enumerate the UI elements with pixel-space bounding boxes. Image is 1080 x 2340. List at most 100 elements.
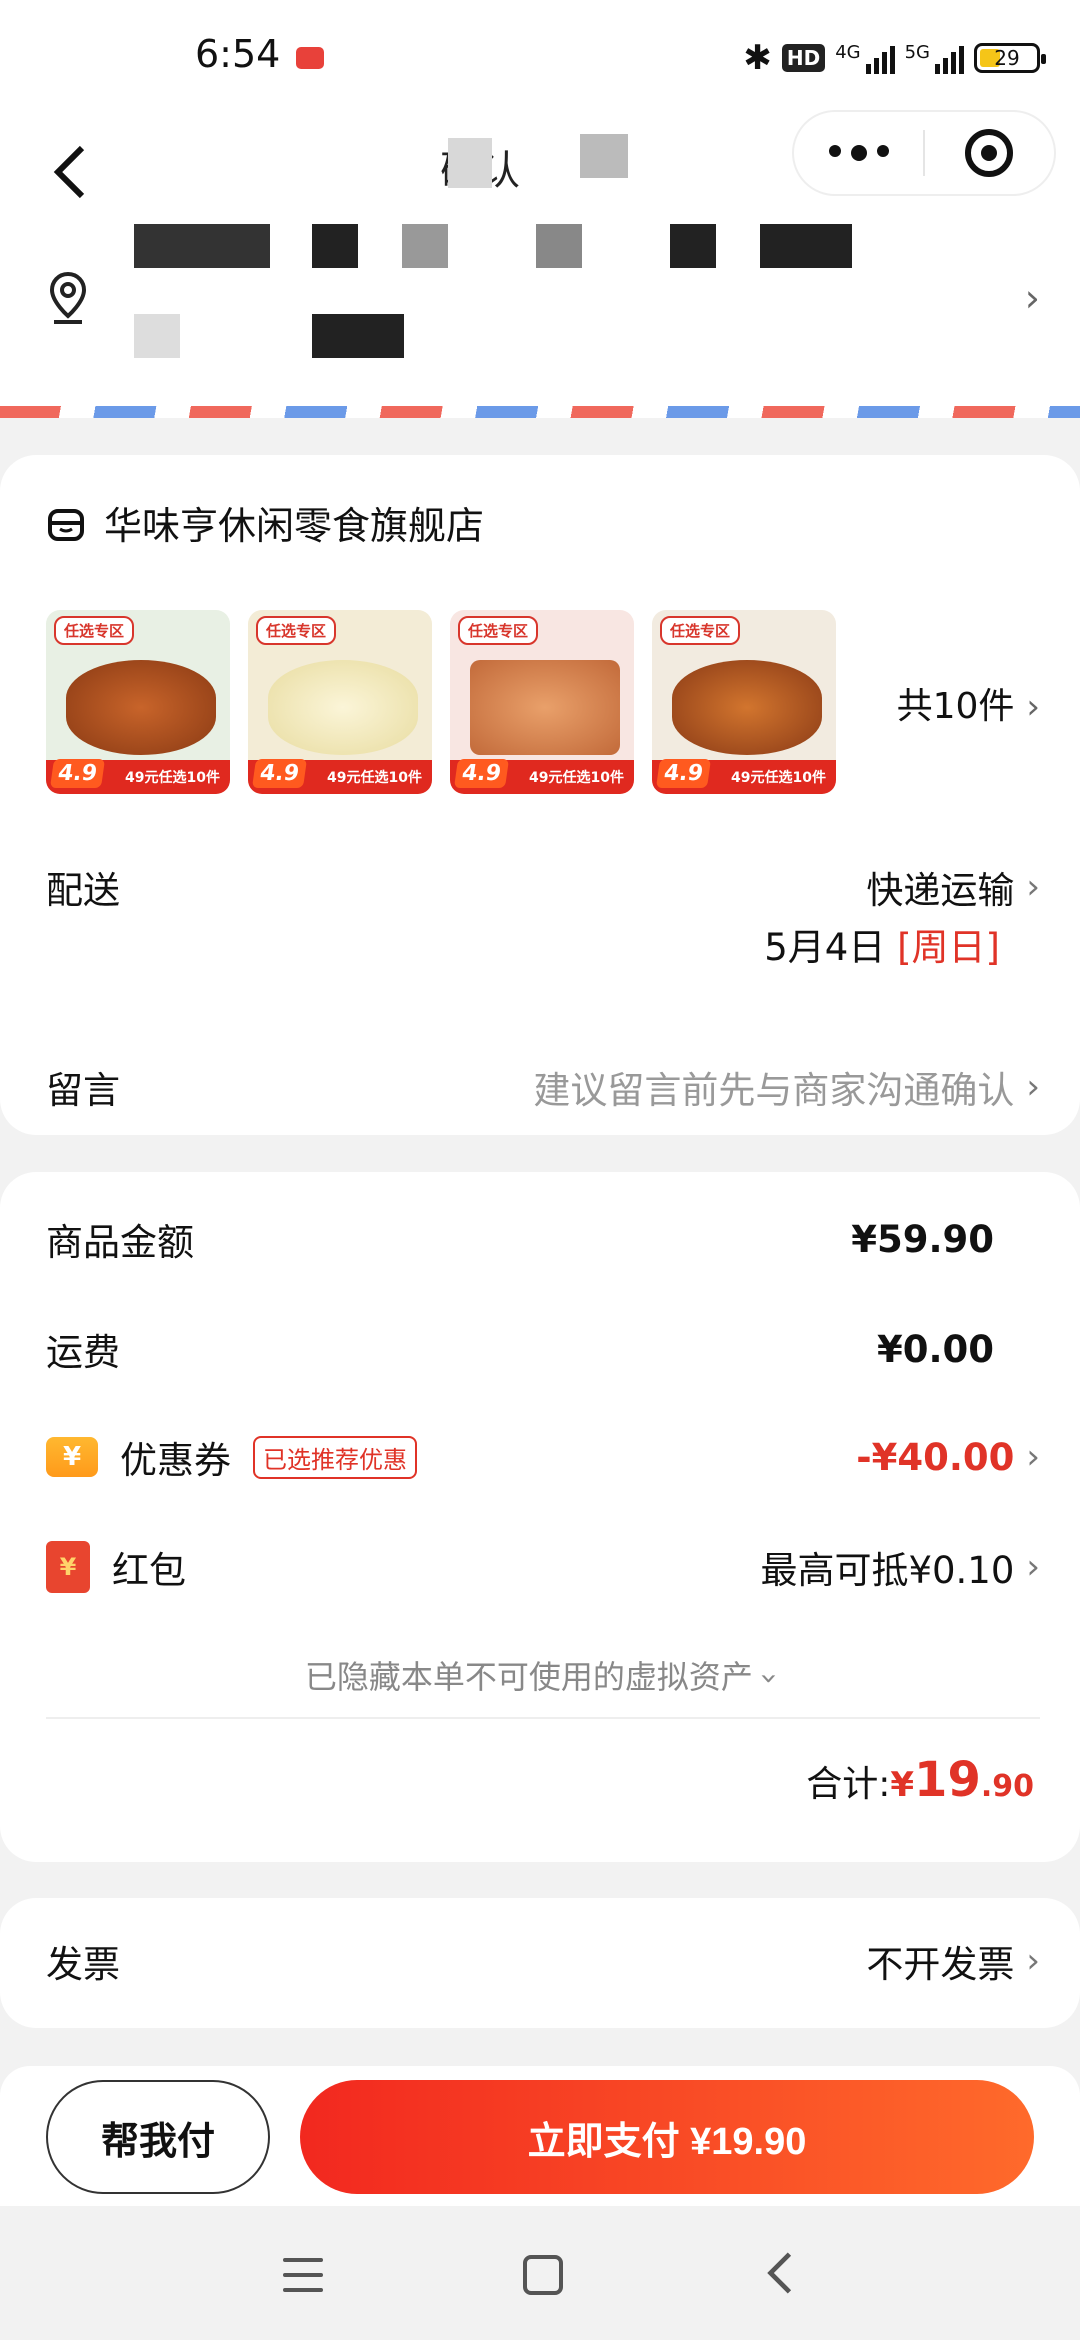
help-me-pay-button[interactable]: 帮我付 bbox=[46, 2080, 270, 2194]
promo-badge: 任选专区 bbox=[458, 616, 539, 645]
product-image bbox=[268, 660, 418, 755]
price-big: 4.9 bbox=[251, 759, 308, 788]
store-card: 华味亨休闲零食旗舰店 任选专区 49元任选10件 4.9 任选专区 49元任选1… bbox=[0, 455, 1080, 1135]
hd-icon: HD bbox=[781, 44, 826, 72]
chevron-right-icon: › bbox=[1026, 1941, 1040, 1981]
product-thumbnail[interactable]: 任选专区 49元任选10件 4.9 bbox=[450, 610, 634, 794]
status-bar: 6:54 ✱ HD 4G 5G 29 bbox=[0, 0, 1080, 120]
hongbao-label: 红包 bbox=[112, 1549, 186, 1592]
redacted-block bbox=[448, 138, 492, 188]
coupon-row[interactable]: ¥ 优惠券 已选推荐优惠 -¥40.00 › bbox=[46, 1430, 1040, 1484]
promo-badge: 任选专区 bbox=[256, 616, 337, 645]
hidden-assets-label: 已隐藏本单不可使用的虚拟资产 bbox=[304, 1658, 753, 1696]
product-image bbox=[66, 660, 216, 755]
target-icon bbox=[965, 129, 1014, 177]
coupon-value: -¥40.00 bbox=[856, 1435, 1015, 1479]
product-thumbnail[interactable]: 任选专区 49元任选10件 4.9 bbox=[46, 610, 230, 794]
coupon-tag: 已选推荐优惠 bbox=[253, 1435, 417, 1479]
message-label: 留言 bbox=[46, 1069, 120, 1112]
total-label: 合计: bbox=[806, 1764, 891, 1805]
signal-4g-icon: 4G bbox=[835, 42, 895, 74]
promo-badge: 任选专区 bbox=[660, 616, 741, 645]
delivery-method: 快递运输 bbox=[866, 869, 1015, 912]
price-big: 4.9 bbox=[49, 759, 106, 788]
message-input[interactable]: 建议留言前先与商家沟通确认 bbox=[533, 1060, 1014, 1114]
redacted-block bbox=[402, 224, 448, 268]
chevron-left-icon bbox=[53, 145, 85, 199]
redacted-block bbox=[670, 224, 716, 268]
hidden-assets-toggle[interactable]: 已隐藏本单不可使用的虚拟资产 › bbox=[0, 1652, 1080, 1698]
hongbao-row[interactable]: ¥ 红包 最高可抵¥0.10 › bbox=[46, 1540, 1040, 1594]
redacted-block bbox=[580, 134, 628, 178]
chevron-right-icon: › bbox=[1026, 867, 1040, 907]
airmail-border bbox=[0, 406, 1080, 418]
chevron-down-icon: › bbox=[751, 1672, 787, 1685]
invoice-card[interactable]: 发票 不开发票 › bbox=[0, 1898, 1080, 2028]
signal-5g-icon: 5G bbox=[905, 42, 964, 74]
item-count: 共10件 bbox=[896, 686, 1015, 727]
fee-card: 商品金额 ¥59.90 运费 ¥0.00 ¥ 优惠券 已选推荐优惠 -¥40.0… bbox=[0, 1172, 1080, 1862]
bottom-action-bar: 帮我付 立即支付 ¥19.90 bbox=[0, 2066, 1080, 2206]
battery-icon: 29 bbox=[974, 43, 1046, 73]
total-amount: ¥19.90 bbox=[890, 1752, 1034, 1808]
invoice-label: 发票 bbox=[46, 1943, 120, 1986]
product-image bbox=[470, 660, 620, 755]
price-big: 4.9 bbox=[453, 759, 510, 788]
redacted-block bbox=[134, 314, 180, 358]
promo-badge: 任选专区 bbox=[54, 616, 135, 645]
delivery-label: 配送 bbox=[46, 869, 120, 912]
chevron-right-icon: › bbox=[1026, 1547, 1040, 1587]
chevron-right-icon: › bbox=[1026, 1437, 1040, 1477]
total: 合计: ¥19.90 bbox=[806, 1752, 1034, 1808]
hongbao-value: 最高可抵¥0.10 bbox=[760, 1549, 1015, 1592]
shipping-label: 运费 bbox=[46, 1331, 120, 1374]
more-button[interactable] bbox=[794, 145, 923, 161]
item-count-link[interactable]: 共10件 › bbox=[897, 677, 1040, 729]
status-icons: ✱ HD 4G 5G 29 bbox=[743, 38, 1046, 78]
product-thumbnail[interactable]: 任选专区 49元任选10件 4.9 bbox=[248, 610, 432, 794]
redacted-block bbox=[134, 224, 270, 268]
location-pin-icon bbox=[49, 271, 87, 324]
pay-now-button[interactable]: 立即支付 ¥19.90 bbox=[300, 2080, 1034, 2194]
home-icon[interactable] bbox=[523, 2255, 563, 2295]
address-section[interactable]: › bbox=[0, 218, 1080, 408]
store-header[interactable]: 华味亨休闲零食旗舰店 bbox=[46, 495, 484, 550]
store-name: 华味亨休闲零食旗舰店 bbox=[104, 504, 485, 548]
product-thumbnail[interactable]: 任选专区 49元任选10件 4.9 bbox=[652, 610, 836, 794]
delivery-row[interactable]: 配送 快递运输 › bbox=[46, 860, 1040, 914]
goods-amount-label: 商品金额 bbox=[46, 1221, 194, 1264]
status-time: 6:54 bbox=[195, 32, 281, 76]
redacted-block bbox=[312, 224, 358, 268]
shipping-value: ¥0.00 bbox=[876, 1327, 994, 1371]
product-thumbnails[interactable]: 任选专区 49元任选10件 4.9 任选专区 49元任选10件 4.9 任选专区… bbox=[46, 610, 836, 794]
red-packet-icon: ¥ bbox=[46, 1541, 90, 1593]
back-icon[interactable] bbox=[763, 2251, 797, 2299]
redacted-block bbox=[760, 224, 852, 268]
price-big: 4.9 bbox=[655, 759, 712, 788]
delivery-date-value: 5月4日 bbox=[764, 926, 886, 969]
system-nav-bar bbox=[0, 2210, 1080, 2340]
divider bbox=[46, 1717, 1040, 1719]
chevron-right-icon: › bbox=[1024, 276, 1040, 320]
more-dot-icon bbox=[876, 145, 889, 157]
store-icon bbox=[48, 508, 84, 541]
back-button[interactable] bbox=[30, 132, 110, 212]
message-row[interactable]: 留言 建议留言前先与商家沟通确认 › bbox=[46, 1060, 1040, 1114]
redacted-block bbox=[312, 314, 404, 358]
more-dot-icon bbox=[828, 145, 841, 157]
bluetooth-icon: ✱ bbox=[743, 38, 772, 78]
invoice-value: 不开发票 bbox=[866, 1943, 1015, 1986]
delivery-date: 5月4日 [周日] bbox=[764, 917, 1000, 971]
redacted-block bbox=[536, 224, 582, 268]
coupon-label: 优惠券 bbox=[120, 1439, 231, 1482]
invoice-row[interactable]: 发票 不开发票 › bbox=[46, 1934, 1040, 1988]
menu-icon[interactable] bbox=[283, 2258, 323, 2292]
chevron-right-icon: › bbox=[1026, 1067, 1040, 1107]
close-miniprogram-button[interactable] bbox=[925, 129, 1054, 177]
more-dot-icon bbox=[850, 145, 867, 161]
goods-amount-value: ¥59.90 bbox=[851, 1217, 994, 1261]
app-notification-icon bbox=[296, 47, 324, 69]
miniprogram-capsule bbox=[792, 110, 1056, 196]
coupon-icon: ¥ bbox=[46, 1437, 98, 1477]
goods-amount-row: 商品金额 ¥59.90 bbox=[46, 1212, 1040, 1266]
